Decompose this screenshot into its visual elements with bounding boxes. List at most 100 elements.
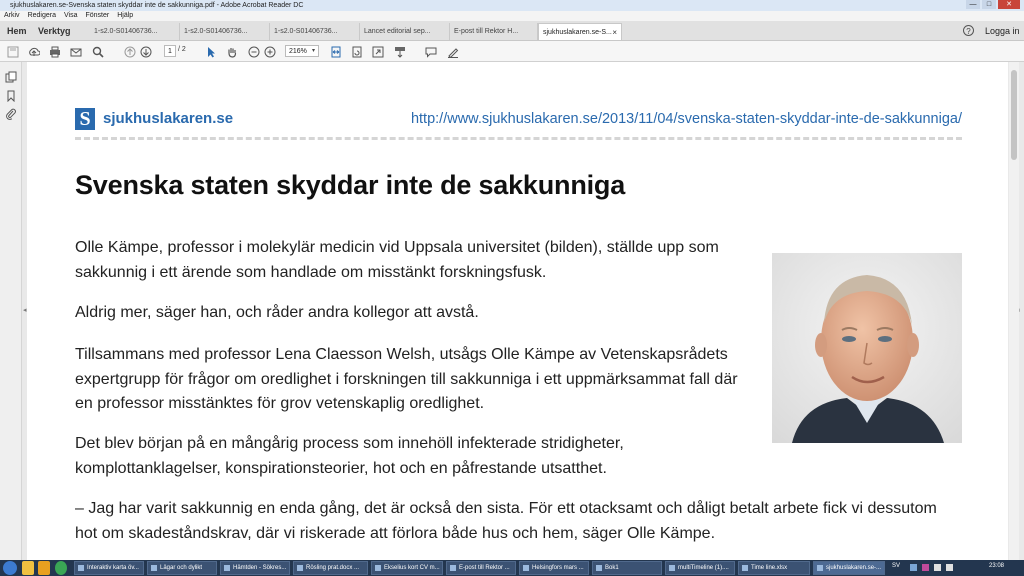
comment-icon[interactable] [424, 45, 437, 58]
language-indicator[interactable]: SV [892, 563, 900, 569]
document-tab[interactable]: 1-s2.0-S01406736... [90, 23, 180, 40]
bookmark-icon[interactable] [5, 89, 17, 103]
article-paragraph: Aldrig mer, säger han, och råder andra k… [75, 304, 479, 321]
taskbar-item-label: Bok1 [605, 565, 619, 571]
clock[interactable]: 23:08 [989, 563, 1004, 569]
tray-icon[interactable] [910, 564, 917, 571]
menu-fonster[interactable]: Fönster [85, 11, 109, 21]
taskbar-item-label: E-post till Rektor ... [459, 565, 510, 571]
window-title-bar: sjukhuslakaren.se-Svenska staten skyddar… [0, 0, 1024, 11]
spotify-icon[interactable] [55, 561, 67, 575]
toolbar: 1 / 2 216% ▾ [0, 41, 1024, 62]
window-title: sjukhuslakaren.se-Svenska staten skyddar… [10, 2, 304, 9]
menu-arkiv[interactable]: Arkiv [4, 11, 20, 21]
tray-icon[interactable] [922, 564, 929, 571]
folder-icon[interactable] [38, 561, 50, 575]
hand-icon[interactable] [225, 45, 238, 58]
print-icon[interactable] [48, 45, 61, 58]
document-tab-label: Lancet editorial sep... [364, 28, 431, 35]
volume-icon[interactable] [946, 564, 953, 571]
menu-hjalp[interactable]: Hjälp [117, 11, 133, 21]
document-tab-label: sjukhuslakaren.se-S... [543, 29, 612, 36]
taskbar-item-label: Interaktiv karta öv... [87, 565, 139, 571]
divider [75, 137, 962, 140]
article-url-link[interactable]: http://www.sjukhuslakaren.se/2013/11/04/… [411, 111, 962, 127]
document-tab[interactable]: 1-s2.0-S01406736... [270, 23, 360, 40]
search-icon[interactable] [91, 45, 104, 58]
page-thumbnails-icon[interactable] [5, 70, 17, 83]
explorer-icon[interactable] [22, 561, 34, 575]
taskbar-item-label: Time line.xlsx [751, 565, 788, 571]
document-tab-label: E-post till Rektor H... [454, 28, 519, 35]
document-tab-label: 1-s2.0-S01406736... [184, 28, 248, 35]
taskbar-item[interactable]: Time line.xlsx [738, 561, 810, 575]
attachment-icon[interactable] [5, 107, 17, 120]
page-total: / 2 [178, 46, 186, 53]
close-window-button[interactable]: ✕ [998, 0, 1020, 9]
taskbar-item[interactable]: Helsingfors mars ... [519, 561, 589, 575]
vertical-scrollbar[interactable] [1009, 62, 1019, 560]
fullscreen-icon[interactable] [371, 45, 384, 58]
select-cursor-icon[interactable] [204, 45, 217, 58]
login-link[interactable]: Logga in [985, 26, 1020, 36]
read-mode-icon[interactable] [393, 45, 406, 58]
system-tray: SV 23:08 [888, 560, 1024, 576]
taskbar-item-label: Ekselius kort CV m... [384, 565, 440, 571]
taskbar-item-label: Helsingfors mars ... [532, 565, 584, 571]
menu-visa[interactable]: Visa [64, 11, 78, 21]
taskbar-item[interactable]: Ekselius kort CV m... [371, 561, 443, 575]
document-tab-active[interactable]: sjukhuslakaren.se-S... × [538, 23, 622, 40]
taskbar-item-active[interactable]: sjukhuslakaren.se-... [813, 561, 885, 575]
taskbar-item[interactable]: E-post till Rektor ... [446, 561, 516, 575]
document-tab[interactable]: Lancet editorial sep... [360, 23, 450, 40]
tab-bar: Hem Verktyg 1-s2.0-S01406736... 1-s2.0-S… [0, 21, 1024, 41]
fit-width-icon[interactable] [329, 45, 342, 58]
taskbar-item[interactable]: Lägar och dylikt [147, 561, 217, 575]
page-down-icon[interactable] [139, 45, 152, 58]
page-number-input[interactable]: 1 [164, 45, 176, 57]
chevron-down-icon: ▾ [311, 48, 315, 54]
taskbar-item[interactable]: Hämtden - Sökres... [220, 561, 290, 575]
document-tab[interactable]: E-post till Rektor H... [450, 23, 538, 40]
zoom-in-icon[interactable] [263, 45, 276, 58]
article-paragraph: Tillsammans med professor Lena Claesson … [75, 346, 738, 412]
document-tab[interactable]: 1-s2.0-S01406736... [180, 23, 270, 40]
collapse-left-panel-icon[interactable]: ◂ [23, 306, 27, 314]
page-up-icon[interactable] [123, 45, 136, 58]
email-icon[interactable] [69, 45, 82, 58]
article-paragraph: Det blev början på en mångårig process s… [75, 435, 624, 477]
document-tab-label: 1-s2.0-S01406736... [94, 28, 158, 35]
minimize-button[interactable]: — [966, 0, 980, 9]
article-title: Svenska staten skyddar inte de sakkunnig… [75, 170, 626, 200]
article-paragraph: Olle Kämpe, professor i molekylär medici… [75, 239, 719, 281]
taskbar-item[interactable]: multiTimeline (1).... [665, 561, 735, 575]
save-icon[interactable] [6, 45, 19, 58]
maximize-button[interactable]: □ [982, 0, 996, 9]
scrollbar-thumb[interactable] [1011, 70, 1017, 160]
close-tab-icon[interactable]: × [612, 24, 617, 40]
logo-letter: S [79, 108, 91, 130]
pdf-page: S sjukhuslakaren.se http://www.sjukhusla… [27, 62, 1008, 560]
tab-tools[interactable]: Verktyg [38, 26, 71, 36]
taskbar-item-label: multiTimeline (1).... [678, 565, 729, 571]
site-name[interactable]: sjukhuslakaren.se [103, 110, 233, 127]
portrait-photo [772, 253, 962, 443]
menu-redigera[interactable]: Redigera [28, 11, 56, 21]
start-button[interactable] [3, 561, 17, 575]
tab-home[interactable]: Hem [7, 26, 27, 36]
zoom-out-icon[interactable] [247, 45, 260, 58]
taskbar-item-label: Lägar och dylikt [160, 565, 203, 571]
site-logo: S [75, 108, 95, 130]
help-icon[interactable]: ? [963, 25, 974, 36]
taskbar-item[interactable]: Interaktiv karta öv... [74, 561, 144, 575]
taskbar-item-label: Rösling prat.docx ... [306, 565, 360, 571]
upload-icon[interactable] [27, 45, 40, 58]
taskbar-item[interactable]: Bok1 [592, 561, 662, 575]
left-navigation-rail [0, 62, 22, 560]
rotate-icon[interactable] [350, 45, 363, 58]
sign-icon[interactable] [446, 45, 459, 58]
taskbar-item[interactable]: Rösling prat.docx ... [293, 561, 368, 575]
taskbar-item-label: Hämtden - Sökres... [233, 565, 287, 571]
zoom-select[interactable]: 216% ▾ [285, 45, 319, 57]
network-icon[interactable] [934, 564, 941, 571]
